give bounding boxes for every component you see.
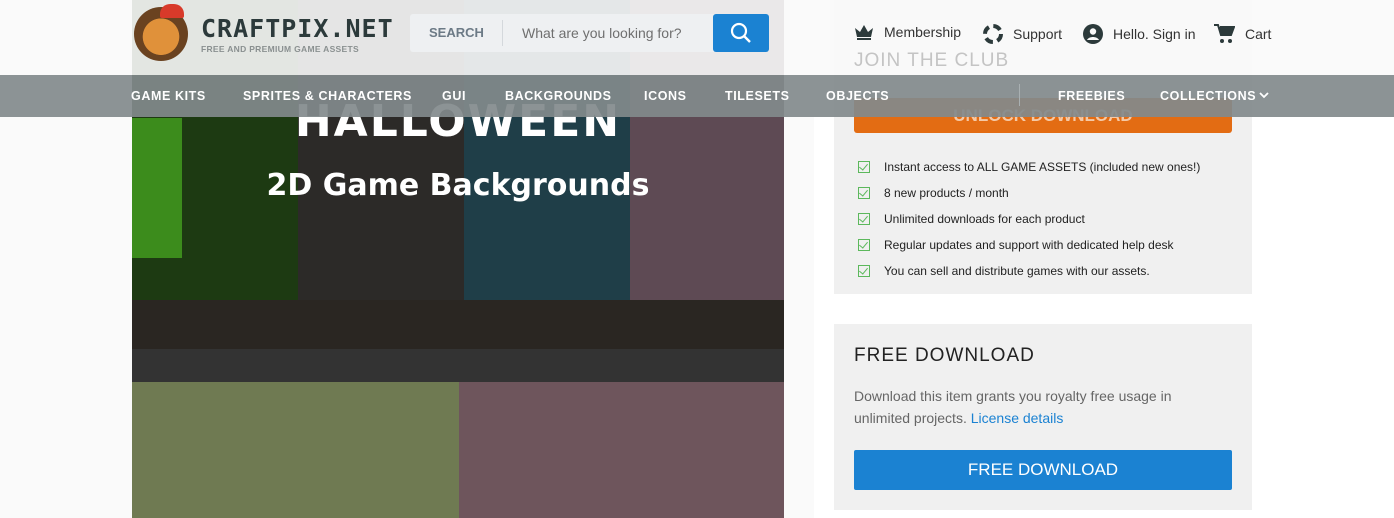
hero-subtitle: 2D Game Backgrounds	[266, 168, 650, 203]
nav-freebies[interactable]: FREEBIES	[1058, 89, 1125, 103]
membership-link[interactable]: Membership	[854, 24, 961, 40]
license-details-link[interactable]: License details	[971, 410, 1064, 426]
free-download-box: FREE DOWNLOAD Download this item grants …	[834, 324, 1252, 510]
feature-item: Unlimited downloads for each product	[858, 206, 1200, 232]
feature-text: Regular updates and support with dedicat…	[884, 238, 1174, 252]
sign-in-link[interactable]: Hello. Sign in	[1083, 24, 1196, 44]
feature-item: 8 new products / month	[858, 180, 1200, 206]
checkbox-icon	[858, 161, 870, 173]
preview-panel-haunted-house	[132, 382, 459, 518]
cart-icon	[1214, 24, 1235, 43]
feature-list: Instant access to ALL GAME ASSETS (inclu…	[858, 154, 1200, 284]
santa-hat-icon	[160, 4, 184, 18]
nav-backgrounds[interactable]: BACKGROUNDS	[505, 89, 612, 103]
nav-sprites-characters[interactable]: SPRITES & CHARACTERS	[243, 89, 412, 103]
nav-gui[interactable]: GUI	[442, 89, 466, 103]
lifebuoy-icon	[983, 24, 1003, 44]
crown-icon	[855, 25, 873, 40]
main-nav: GAME KITS SPRITES & CHARACTERS GUI BACKG…	[0, 75, 1394, 117]
support-link[interactable]: Support	[983, 24, 1062, 44]
free-download-description: Download this item grants you royalty fr…	[854, 385, 1214, 429]
checkbox-icon	[858, 187, 870, 199]
membership-label: Membership	[884, 24, 962, 40]
nav-game-kits[interactable]: GAME KITS	[131, 89, 206, 103]
cart-link[interactable]: Cart	[1214, 24, 1271, 44]
feature-text: Instant access to ALL GAME ASSETS (inclu…	[884, 160, 1201, 174]
preview-ground	[132, 300, 784, 349]
divider	[502, 20, 503, 46]
free-download-button[interactable]: FREE DOWNLOAD	[854, 450, 1232, 490]
feature-item: Instant access to ALL GAME ASSETS (inclu…	[858, 154, 1200, 180]
feature-item: Regular updates and support with dedicat…	[858, 232, 1200, 258]
feature-item: You can sell and distribute games with o…	[858, 258, 1200, 284]
feature-text: 8 new products / month	[884, 186, 1009, 200]
checkbox-icon	[858, 265, 870, 277]
logo-text[interactable]: CRAFTPIX.NET	[201, 14, 394, 43]
nav-icons[interactable]: ICONS	[644, 89, 687, 103]
search-icon	[730, 22, 751, 43]
search-input[interactable]	[522, 22, 712, 44]
nav-tilesets[interactable]: TILESETS	[725, 89, 790, 103]
preview-divider	[132, 349, 784, 382]
user-circle-icon	[1083, 24, 1103, 44]
search-bar: SEARCH	[410, 14, 769, 52]
nav-objects[interactable]: OBJECTS	[826, 89, 889, 103]
membership-title: JOIN THE CLUB	[854, 50, 1010, 71]
feature-text: You can sell and distribute games with o…	[884, 264, 1150, 278]
nav-divider	[1019, 84, 1020, 106]
preview-panel-spider-tree	[459, 382, 784, 518]
nav-collections[interactable]: COLLECTIONS	[1160, 89, 1256, 103]
checkbox-icon	[858, 213, 870, 225]
cart-label: Cart	[1245, 26, 1272, 42]
chevron-down-icon[interactable]	[1259, 91, 1269, 99]
search-label: SEARCH	[429, 25, 484, 40]
feature-text: Unlimited downloads for each product	[884, 212, 1085, 226]
logo-tagline: FREE AND PREMIUM GAME ASSETS	[201, 44, 359, 54]
search-button[interactable]	[713, 14, 769, 52]
support-label: Support	[1013, 26, 1063, 42]
sign-in-label: Hello. Sign in	[1113, 26, 1196, 42]
free-download-title: FREE DOWNLOAD	[854, 345, 1035, 366]
site-header: CRAFTPIX.NET FREE AND PREMIUM GAME ASSET…	[0, 0, 1394, 75]
checkbox-icon	[858, 239, 870, 251]
